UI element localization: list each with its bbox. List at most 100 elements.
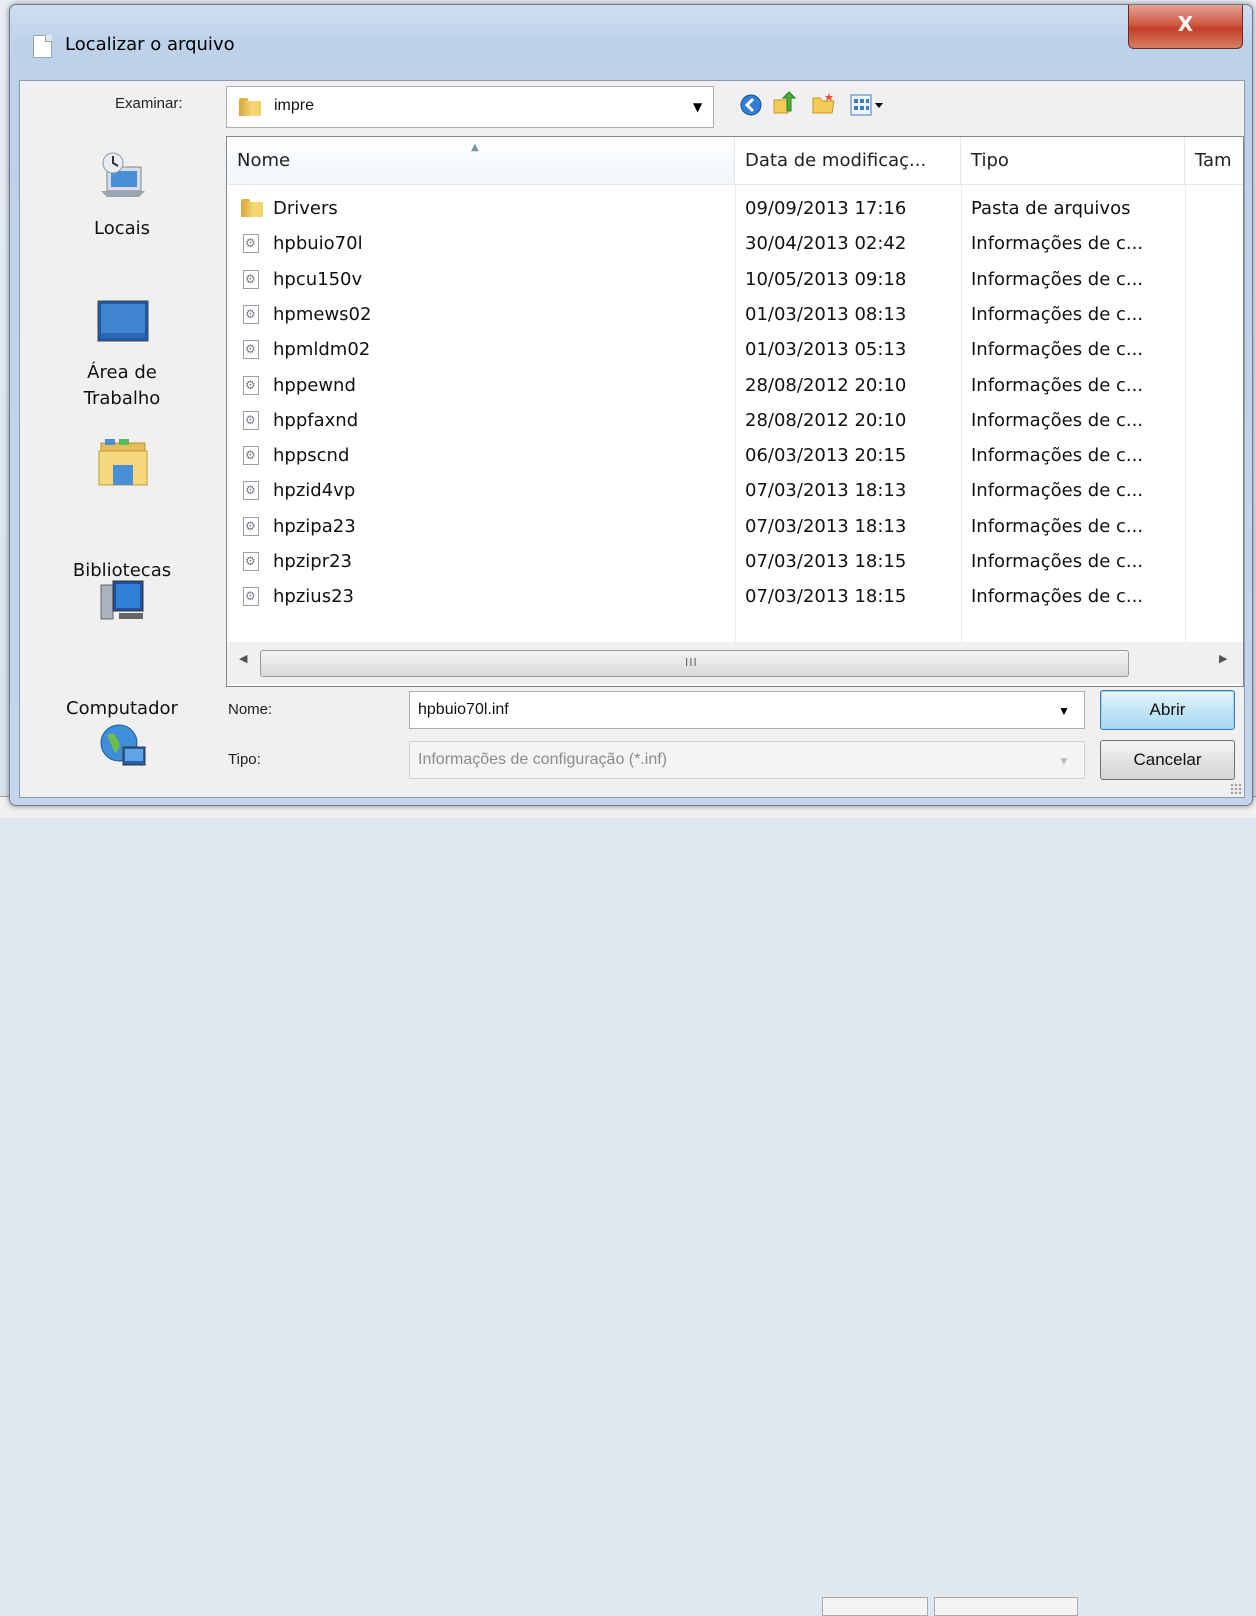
cell-name: hpzipa23 — [273, 515, 356, 537]
cell-name: hpmews02 — [273, 303, 372, 325]
back-icon[interactable] — [739, 93, 763, 117]
horizontal-scrollbar[interactable]: ◀ III ▶ — [227, 642, 1243, 684]
list-item[interactable]: hppewnd 28/08/2012 20:10 Informações de c.… — [227, 368, 1243, 403]
document-icon — [33, 35, 52, 58]
recent-places-icon — [101, 152, 145, 197]
place-label-desktop: Área de Trabalho — [83, 362, 161, 409]
place-label-recent: Locais — [93, 218, 151, 239]
background-cancel-button — [934, 1597, 1078, 1616]
cell-type: Informações de c... — [971, 551, 1144, 572]
config-file-icon — [243, 403, 259, 438]
cell-type: Informações de c... — [971, 268, 1144, 290]
cell-name: hppscnd — [273, 445, 350, 467]
filename-value: hpbuio70l.inf — [418, 701, 509, 718]
column-header-name[interactable]: ▲ Nome — [227, 137, 735, 185]
cell-date: 30/04/2013 02:42 — [745, 233, 907, 255]
lookin-combobox[interactable]: impre ▼ — [226, 86, 714, 128]
config-file-icon — [243, 368, 259, 403]
list-item[interactable]: hpmldm02 01/03/2013 05:13 Informações de c… — [227, 332, 1243, 367]
folder-icon — [239, 97, 261, 116]
lookin-value: impre — [274, 97, 315, 114]
cell-date: 07/03/2013 18:13 — [745, 515, 907, 537]
cell-type: Informações de c... — [971, 233, 1144, 255]
cell-name: hpzid4vp — [273, 480, 356, 502]
cell-type: Informações de c... — [971, 586, 1144, 608]
list-item[interactable]: Drivers 09/09/2013 17:16 Pasta de arquivos — [227, 191, 1243, 226]
cell-type: Informações de c... — [971, 339, 1144, 361]
filename-input[interactable]: hpbuio70l.inf ▼ — [409, 691, 1085, 729]
cancel-button[interactable]: Cancelar — [1100, 740, 1235, 780]
sort-up-icon: ▲ — [471, 142, 479, 153]
cell-type: Informações de c... — [971, 515, 1144, 537]
column-header-type-label: Tipo — [971, 150, 1009, 171]
scroll-left-icon[interactable]: ◀ — [239, 652, 247, 665]
cell-name: hpbuio70l — [273, 233, 363, 255]
cell-date: 28/08/2012 20:10 — [745, 409, 907, 431]
config-file-icon — [243, 332, 259, 367]
filetype-label: Tipo: — [228, 751, 261, 768]
column-header-date[interactable]: Data de modificaç... — [735, 137, 961, 185]
config-file-icon — [243, 544, 259, 579]
cell-name: hppfaxnd — [273, 409, 359, 431]
cell-name: hppewnd — [273, 374, 356, 396]
config-file-icon — [243, 579, 259, 614]
view-menu-icon[interactable] — [850, 93, 886, 117]
place-label-computer: Computador — [66, 698, 178, 719]
column-header-type[interactable]: Tipo — [961, 137, 1185, 185]
open-file-dialog: Localizar o arquivo X Examinar: impre ▼ — [9, 4, 1253, 806]
new-folder-icon[interactable] — [812, 92, 836, 116]
list-item[interactable]: hppfaxnd 28/08/2012 20:10 Informações de c… — [227, 403, 1243, 438]
places-bar: Locais Área de Trabalho Bibliotecas Comp… — [20, 143, 224, 795]
cell-date: 07/03/2013 18:15 — [745, 551, 907, 572]
dialog-title: Localizar o arquivo — [65, 34, 235, 55]
cell-date: 28/08/2012 20:10 — [745, 374, 907, 396]
chevron-down-icon[interactable]: ▼ — [1058, 704, 1070, 718]
list-item[interactable]: hpbuio70l 30/04/2013 02:42 Informações de … — [227, 226, 1243, 261]
cell-date: 01/03/2013 05:13 — [745, 339, 907, 361]
list-item[interactable]: hpzipr23 07/03/2013 18:15 Informações de c… — [227, 544, 1243, 579]
chevron-down-icon[interactable]: ▼ — [693, 100, 702, 114]
cell-type: Informações de c... — [971, 374, 1144, 396]
lookin-label: Examinar: — [115, 95, 183, 112]
list-item[interactable]: hpzid4vp 07/03/2013 18:13 Informações de c… — [227, 473, 1243, 508]
resize-grip[interactable] — [1230, 783, 1242, 795]
scroll-right-icon[interactable]: ▶ — [1219, 652, 1227, 665]
list-item[interactable]: hpzius23 07/03/2013 18:15 Informações de c… — [227, 579, 1243, 614]
config-file-icon — [243, 438, 259, 473]
list-item[interactable]: hpcu150v 10/05/2013 09:18 Informações de c… — [227, 262, 1243, 297]
cell-name: hpzipr23 — [273, 551, 353, 572]
folder-icon — [241, 198, 263, 217]
chevron-down-icon[interactable]: ▼ — [1058, 754, 1070, 768]
file-list[interactable]: ▲ Nome Data de modificaç... Tipo Tam Dri… — [226, 136, 1244, 687]
list-item[interactable]: hpmews02 01/03/2013 08:13 Informações de c… — [227, 297, 1243, 332]
column-header-size-label: Tam — [1195, 150, 1232, 171]
close-button[interactable]: X — [1128, 5, 1243, 49]
cell-date: 09/09/2013 17:16 — [745, 198, 907, 219]
open-button[interactable]: Abrir — [1100, 690, 1235, 730]
computer-icon — [100, 580, 144, 620]
column-header-date-label: Data de modificaç... — [745, 150, 927, 171]
cell-name: hpcu150v — [273, 268, 363, 290]
config-file-icon — [243, 226, 259, 261]
title-bar[interactable]: Localizar o arquivo X — [10, 5, 1252, 80]
cell-date: 10/05/2013 09:18 — [745, 268, 907, 290]
scrollbar-thumb[interactable]: III — [260, 650, 1129, 677]
list-item[interactable]: hppscnd 06/03/2013 20:15 Informações de c.… — [227, 438, 1243, 473]
config-file-icon — [243, 509, 259, 544]
dialog-body: Examinar: impre ▼ Locais Área de Trabalh… — [19, 80, 1245, 798]
scrollbar-grip: III — [685, 656, 698, 669]
filetype-value: Informações de configuração (*.inf) — [418, 751, 668, 768]
cell-type: Informações de c... — [971, 303, 1144, 325]
list-item[interactable]: hpzipa23 07/03/2013 18:13 Informações de c… — [227, 509, 1243, 544]
cell-type: Informações de c... — [971, 409, 1144, 431]
filetype-select[interactable]: Informações de configuração (*.inf) ▼ — [409, 741, 1085, 779]
config-file-icon — [243, 262, 259, 297]
cell-name: Drivers — [273, 198, 338, 219]
column-header-size[interactable]: Tam — [1185, 137, 1243, 185]
up-folder-icon[interactable] — [772, 91, 796, 115]
cell-date: 07/03/2013 18:13 — [745, 480, 907, 502]
network-icon — [100, 724, 146, 766]
libraries-icon — [98, 439, 148, 486]
column-header-name-label: Nome — [237, 150, 291, 171]
cell-date: 01/03/2013 08:13 — [745, 303, 907, 325]
